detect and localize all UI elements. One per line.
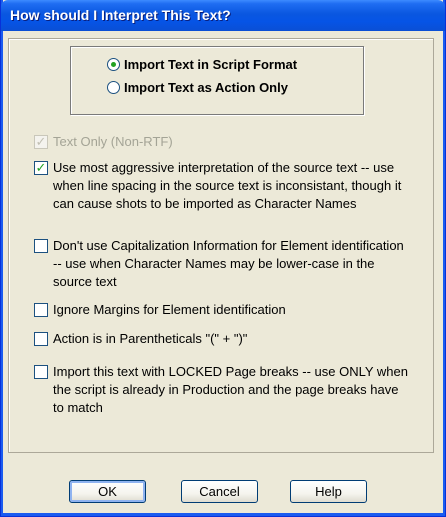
action-parentheticals-checkbox[interactable] xyxy=(34,332,48,346)
text-only-checkbox: ✓ xyxy=(34,134,48,149)
option-action-parentheticals[interactable]: Action is in Parentheticals "(" + ")" xyxy=(34,330,408,348)
ignore-margins-label: Ignore Margins for Element identificatio… xyxy=(53,302,286,317)
locked-page-breaks-checkbox[interactable] xyxy=(34,365,48,379)
dialog-title: How should I Interpret This Text? xyxy=(10,7,231,23)
aggressive-interpretation-label: Use most aggressive interpretation of th… xyxy=(53,160,402,211)
option-locked-page-breaks[interactable]: Import this text with LOCKED Page breaks… xyxy=(34,363,408,417)
title-bar[interactable]: How should I Interpret This Text? xyxy=(1,0,445,31)
aggressive-interpretation-checkbox[interactable]: ✓ xyxy=(34,160,48,175)
option-ignore-margins[interactable]: Ignore Margins for Element identificatio… xyxy=(34,301,408,319)
text-only-label: Text Only (Non-RTF) xyxy=(53,134,173,149)
radio-script-format-label: Import Text in Script Format xyxy=(124,57,298,72)
help-button[interactable]: Help xyxy=(290,480,367,503)
radio-action-only[interactable]: Import Text as Action Only xyxy=(107,80,288,95)
locked-page-breaks-label: Import this text with LOCKED Page breaks… xyxy=(53,364,408,415)
radio-script-format[interactable]: Import Text in Script Format xyxy=(107,57,297,72)
interpret-text-dialog: How should I Interpret This Text? Import… xyxy=(0,0,446,517)
cancel-button[interactable]: Cancel xyxy=(181,480,258,503)
ignore-margins-checkbox[interactable] xyxy=(34,303,48,317)
dialog-body: Import Text in Script Format Import Text… xyxy=(4,31,442,513)
radio-action-only-label: Import Text as Action Only xyxy=(124,80,288,95)
option-ignore-capitalization[interactable]: Don't use Capitalization Information for… xyxy=(34,237,408,291)
radio-button[interactable] xyxy=(107,81,120,94)
option-text-only: ✓ Text Only (Non-RTF) xyxy=(34,133,408,151)
ignore-capitalization-checkbox[interactable] xyxy=(34,239,48,253)
ok-button[interactable]: OK xyxy=(69,480,146,503)
ignore-capitalization-label: Don't use Capitalization Information for… xyxy=(53,238,404,289)
action-parentheticals-label: Action is in Parentheticals "(" + ")" xyxy=(53,331,248,346)
radio-button-selected[interactable] xyxy=(107,58,120,71)
option-aggressive-interpretation[interactable]: ✓ Use most aggressive interpretation of … xyxy=(34,159,408,213)
